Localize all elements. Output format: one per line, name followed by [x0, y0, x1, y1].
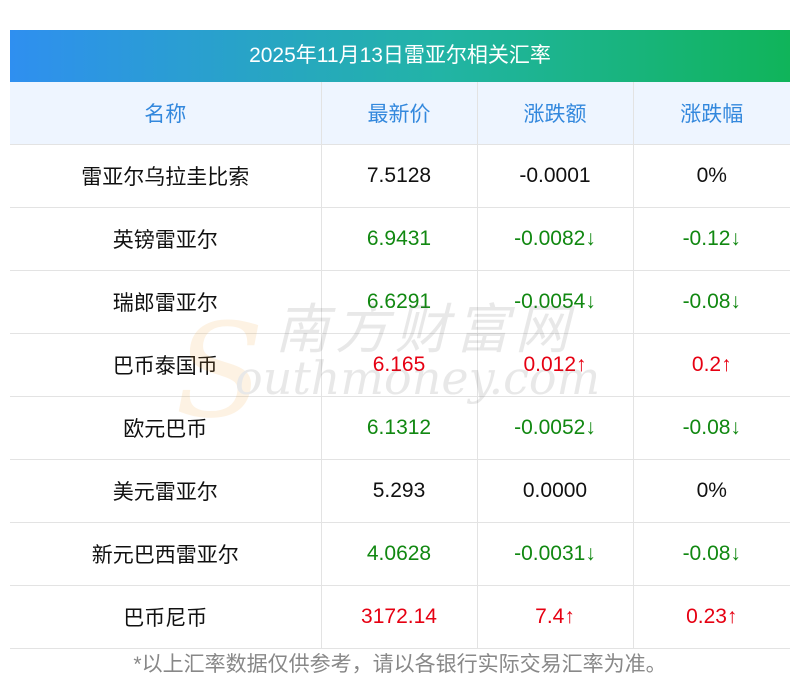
header-change: 涨跌额: [476, 82, 633, 145]
cell-price: 6.165: [320, 333, 477, 397]
cell-percent: 0.23↑: [632, 585, 790, 649]
cell-change: -0.0052↓: [476, 396, 633, 460]
cell-price: 4.0628: [320, 522, 477, 586]
cell-change: -0.0082↓: [476, 207, 633, 271]
table-row: 巴币泰国币 6.165 0.012↑ 0.2↑: [10, 333, 790, 397]
header-price: 最新价: [320, 82, 477, 145]
table-title: 2025年11月13日雷亚尔相关汇率: [10, 30, 790, 82]
header-percent: 涨跌幅: [632, 82, 790, 145]
cell-price: 5.293: [320, 459, 477, 523]
cell-percent: 0%: [632, 459, 790, 523]
cell-name: 巴币尼币: [10, 585, 321, 649]
cell-percent: -0.08↓: [632, 270, 790, 334]
cell-change: 7.4↑: [476, 585, 633, 649]
cell-change: 0.0000: [476, 459, 633, 523]
cell-price: 6.1312: [320, 396, 477, 460]
cell-name: 瑞郎雷亚尔: [10, 270, 321, 334]
cell-percent: -0.08↓: [632, 522, 790, 586]
rate-table-card: 2025年11月13日雷亚尔相关汇率 名称 最新价 涨跌额 涨跌幅 雷亚尔乌拉圭…: [10, 30, 790, 649]
cell-percent: -0.12↓: [632, 207, 790, 271]
cell-name: 巴币泰国币: [10, 333, 321, 397]
table-row: 瑞郎雷亚尔 6.6291 -0.0054↓ -0.08↓: [10, 270, 790, 334]
table-row: 英镑雷亚尔 6.9431 -0.0082↓ -0.12↓: [10, 207, 790, 271]
cell-name: 美元雷亚尔: [10, 459, 321, 523]
cell-name: 英镑雷亚尔: [10, 207, 321, 271]
table-row: 新元巴西雷亚尔 4.0628 -0.0031↓ -0.08↓: [10, 522, 790, 586]
cell-percent: -0.08↓: [632, 396, 790, 460]
table-row: 美元雷亚尔 5.293 0.0000 0%: [10, 459, 790, 523]
header-name: 名称: [10, 82, 321, 145]
cell-change: -0.0001: [476, 144, 633, 208]
table-row: 巴币尼币 3172.14 7.4↑ 0.23↑: [10, 585, 790, 649]
cell-price: 3172.14: [320, 585, 477, 649]
table-row: 欧元巴币 6.1312 -0.0052↓ -0.08↓: [10, 396, 790, 460]
cell-change: 0.012↑: [476, 333, 633, 397]
header-row: 名称 最新价 涨跌额 涨跌幅: [10, 82, 790, 145]
cell-change: -0.0031↓: [476, 522, 633, 586]
cell-percent: 0%: [632, 144, 790, 208]
cell-name: 雷亚尔乌拉圭比索: [10, 144, 321, 208]
rate-table: 名称 最新价 涨跌额 涨跌幅 雷亚尔乌拉圭比索 7.5128 -0.0001 0…: [10, 82, 790, 649]
cell-price: 6.6291: [320, 270, 477, 334]
cell-name: 新元巴西雷亚尔: [10, 522, 321, 586]
disclaimer-footnote: *以上汇率数据仅供参考，请以各银行实际交易汇率为准。: [133, 653, 667, 676]
cell-price: 6.9431: [320, 207, 477, 271]
cell-price: 7.5128: [320, 144, 477, 208]
cell-name: 欧元巴币: [10, 396, 321, 460]
table-row: 雷亚尔乌拉圭比索 7.5128 -0.0001 0%: [10, 144, 790, 208]
cell-change: -0.0054↓: [476, 270, 633, 334]
cell-percent: 0.2↑: [632, 333, 790, 397]
